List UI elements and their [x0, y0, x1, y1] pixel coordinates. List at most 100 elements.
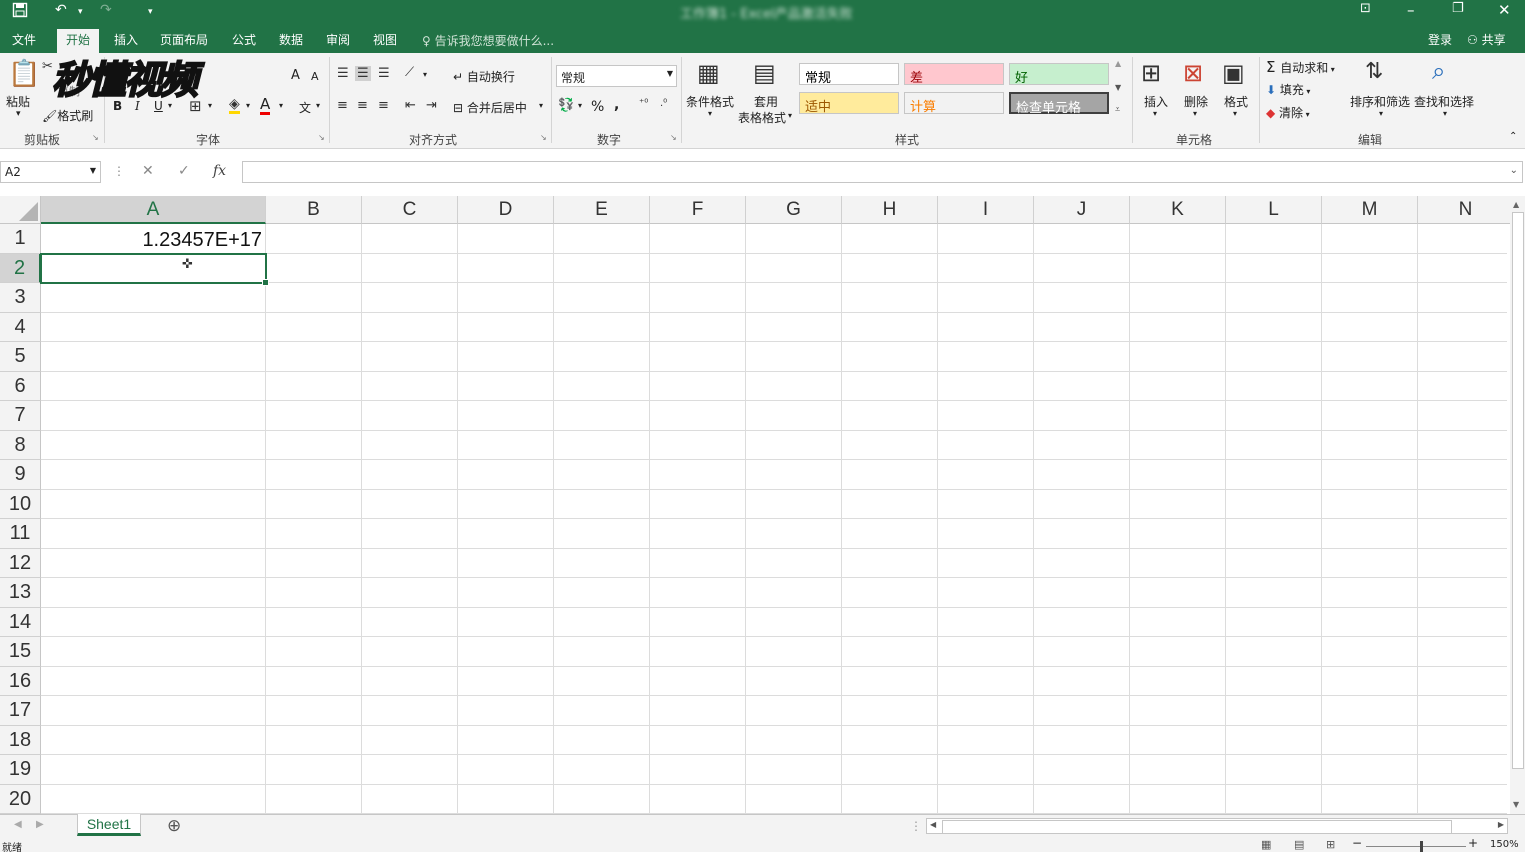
column-header-b[interactable]: B — [266, 196, 362, 224]
phonetic-dropdown-icon[interactable]: ▾ — [316, 101, 320, 110]
tab-data[interactable]: 数据 — [279, 31, 303, 48]
percent-button[interactable]: % — [591, 99, 604, 115]
share-button[interactable]: ⚇ 共享 — [1467, 31, 1506, 48]
align-left-icon[interactable]: ≡ — [337, 98, 348, 113]
conditional-format-icon[interactable]: ▦ — [697, 59, 720, 87]
row-header-20[interactable]: 20 — [0, 784, 41, 814]
comma-button[interactable]: , — [614, 97, 619, 113]
vertical-scrollbar[interactable]: ▲ ▼ — [1510, 196, 1525, 814]
minimize-icon[interactable]: – — [1407, 1, 1415, 19]
phonetic-button[interactable]: 文 — [299, 99, 311, 116]
find-select-button[interactable]: 查找和选择 — [1414, 93, 1474, 110]
horizontal-scroll-thumb[interactable] — [942, 820, 1452, 834]
border-icon[interactable]: ⊞ — [189, 97, 202, 115]
align-bottom-icon[interactable]: ☰ — [378, 66, 390, 81]
row-header-12[interactable]: 12 — [0, 548, 41, 578]
select-all-button[interactable] — [0, 196, 41, 224]
page-layout-view-icon[interactable]: ▤ — [1294, 838, 1304, 851]
horizontal-scrollbar[interactable]: ◀ ▶ — [926, 818, 1508, 834]
collapse-ribbon-icon[interactable]: ⌃ — [1509, 131, 1517, 142]
row-header-17[interactable]: 17 — [0, 696, 41, 726]
format-cells-button[interactable]: 格式 — [1224, 93, 1248, 110]
style-normal[interactable]: 常规 — [799, 63, 899, 86]
close-icon[interactable]: ✕ — [1498, 1, 1511, 19]
styles-scroll-up-icon[interactable]: ▲ — [1115, 59, 1121, 68]
column-header-h[interactable]: H — [842, 196, 938, 224]
format-cells-dropdown-icon[interactable]: ▾ — [1233, 109, 1237, 118]
currency-dropdown-icon[interactable]: ▾ — [578, 101, 582, 110]
row-header-1[interactable]: 1 — [0, 224, 41, 254]
font-color-dropdown-icon[interactable]: ▾ — [279, 101, 283, 110]
merge-dropdown-icon[interactable]: ▾ — [539, 101, 543, 110]
tab-insert[interactable]: 插入 — [114, 31, 138, 48]
style-calculation[interactable]: 计算 — [904, 92, 1004, 115]
row-header-3[interactable]: 3 — [0, 283, 41, 313]
sort-filter-icon[interactable]: ⇅ — [1365, 59, 1383, 84]
fill-handle[interactable] — [262, 279, 269, 286]
row-header-7[interactable]: 7 — [0, 401, 41, 431]
sheet-next-icon[interactable]: ▶ — [36, 819, 44, 830]
zoom-level[interactable]: 150% — [1490, 839, 1519, 850]
column-header-i[interactable]: I — [938, 196, 1034, 224]
insert-cells-dropdown-icon[interactable]: ▾ — [1153, 109, 1157, 118]
zoom-slider[interactable] — [1366, 846, 1466, 847]
grow-font-button[interactable]: A — [291, 68, 300, 83]
underline-button[interactable]: U — [154, 99, 163, 113]
insert-function-button[interactable]: fx — [213, 163, 226, 179]
tab-page-layout[interactable]: 页面布局 — [160, 31, 208, 48]
fill-color-dropdown-icon[interactable]: ▾ — [246, 101, 250, 110]
column-header-d[interactable]: D — [458, 196, 554, 224]
align-right-icon[interactable]: ≡ — [378, 98, 389, 113]
style-check-cell[interactable]: 检查单元格 — [1009, 92, 1109, 116]
sheet-tab-sheet1[interactable]: Sheet1 — [77, 814, 141, 836]
row-header-10[interactable]: 10 — [0, 489, 41, 519]
bold-button[interactable]: B — [113, 99, 122, 113]
column-header-j[interactable]: J — [1034, 196, 1130, 224]
insert-cells-button[interactable]: 插入 — [1144, 93, 1168, 110]
delete-cells-icon[interactable]: ⊠ — [1183, 59, 1203, 87]
format-painter-button[interactable]: 🖌格式刷 — [42, 107, 93, 124]
tab-view[interactable]: 视图 — [373, 31, 397, 48]
align-middle-icon[interactable]: ☰ — [355, 66, 371, 81]
border-dropdown-icon[interactable]: ▾ — [208, 101, 212, 110]
row-header-16[interactable]: 16 — [0, 666, 41, 696]
increase-indent-icon[interactable]: ⇥ — [426, 98, 437, 113]
column-header-m[interactable]: M — [1322, 196, 1418, 224]
row-header-19[interactable]: 19 — [0, 755, 41, 785]
sheet-prev-icon[interactable]: ◀ — [14, 819, 22, 830]
tab-split-handle-icon[interactable]: ⋮ — [910, 819, 922, 833]
zoom-out-icon[interactable]: − — [1352, 836, 1362, 850]
login-link[interactable]: 登录 — [1428, 31, 1452, 48]
cell-a1[interactable]: 1.23457E+17 — [42, 225, 266, 254]
wrap-text-button[interactable]: ↵ 自动换行 — [453, 68, 515, 85]
autosum-button[interactable]: Σ 自动求和 ▾ — [1266, 58, 1335, 76]
format-as-table-icon[interactable]: ▤ — [753, 59, 776, 87]
row-header-2[interactable]: 2 — [0, 253, 41, 283]
font-color-button[interactable]: A — [260, 97, 271, 115]
row-header-9[interactable]: 9 — [0, 460, 41, 490]
decrease-decimal-icon[interactable]: .⁰ — [660, 98, 667, 109]
zoom-in-icon[interactable]: + — [1468, 836, 1478, 850]
row-header-8[interactable]: 8 — [0, 430, 41, 460]
number-format-dropdown[interactable]: 常规 ▼ — [556, 65, 677, 87]
sort-filter-button[interactable]: 排序和筛选 — [1350, 93, 1410, 110]
page-break-view-icon[interactable]: ⊞ — [1326, 838, 1335, 851]
customize-quick-access-icon[interactable]: ▾ — [148, 7, 153, 17]
tab-file[interactable]: 文件 — [12, 31, 36, 48]
decrease-indent-icon[interactable]: ⇤ — [405, 98, 416, 113]
italic-button[interactable]: I — [135, 99, 140, 113]
save-icon[interactable] — [12, 2, 28, 22]
row-header-11[interactable]: 11 — [0, 519, 41, 549]
underline-dropdown-icon[interactable]: ▾ — [168, 101, 172, 110]
column-header-f[interactable]: F — [650, 196, 746, 224]
shrink-font-button[interactable]: A — [311, 70, 319, 83]
column-header-n[interactable]: N — [1418, 196, 1514, 224]
name-box[interactable]: A2 ▼ — [0, 161, 101, 183]
merge-center-button[interactable]: ⊟ 合并后居中 — [453, 99, 527, 116]
format-as-table-label-1[interactable]: 套用 — [754, 93, 778, 110]
sort-filter-dropdown-icon[interactable]: ▾ — [1379, 109, 1383, 118]
undo-dropdown-icon[interactable]: ▾ — [78, 7, 83, 17]
currency-icon[interactable]: 💱 — [558, 98, 574, 113]
redo-icon[interactable]: ↷ — [100, 2, 112, 18]
tab-formulas[interactable]: 公式 — [232, 31, 256, 48]
